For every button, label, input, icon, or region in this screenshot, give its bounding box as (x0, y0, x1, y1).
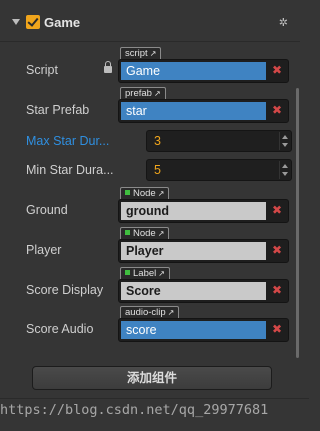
ground-field[interactable]: ground ✖ (118, 199, 289, 223)
external-link-icon[interactable]: ↗ (158, 189, 165, 198)
type-tag-label: Label ↗ (120, 267, 170, 279)
type-tag-node: Node ↗ (120, 187, 170, 199)
player-field[interactable]: Player ✖ (118, 239, 289, 263)
stepper-down-icon[interactable] (282, 172, 288, 176)
component-header: Game ✲ (0, 12, 300, 42)
external-link-icon[interactable]: ↗ (168, 308, 175, 317)
max-star-duration-input[interactable]: 3 (146, 130, 292, 152)
prop-label-player: Player (26, 243, 62, 257)
ground-value[interactable]: ground (121, 202, 266, 220)
prop-label-star-prefab: Star Prefab (26, 103, 90, 117)
remove-score-audio-button[interactable]: ✖ (272, 322, 282, 336)
player-value[interactable]: Player (121, 242, 266, 260)
script-field[interactable]: Game ✖ (118, 59, 289, 83)
label-type-icon (125, 270, 130, 275)
remove-score-display-button[interactable]: ✖ (272, 283, 282, 297)
component-enabled-checkbox[interactable] (26, 15, 40, 29)
star-prefab-value[interactable]: star (121, 102, 266, 120)
score-display-value[interactable]: Score (121, 282, 266, 300)
lock-icon (104, 61, 112, 73)
node-type-icon (125, 190, 130, 195)
component-title: Game (44, 15, 81, 30)
prop-label-min-star-duration: Min Star Dura... (26, 163, 114, 177)
divider (0, 398, 309, 399)
star-prefab-field[interactable]: star ✖ (118, 99, 289, 123)
number-stepper[interactable] (279, 161, 290, 179)
remove-ground-button[interactable]: ✖ (272, 203, 282, 217)
scrollbar[interactable] (296, 88, 299, 358)
gear-icon[interactable]: ✲ (279, 16, 288, 29)
external-link-icon[interactable]: ↗ (158, 229, 165, 238)
external-link-icon[interactable]: ↗ (158, 269, 165, 278)
add-component-button[interactable]: 添加组件 (32, 366, 272, 390)
stepper-down-icon[interactable] (282, 143, 288, 147)
stepper-up-icon[interactable] (282, 164, 288, 168)
type-tag-node: Node ↗ (120, 227, 170, 239)
watermark: https://blog.csdn.net/qq_29977681 (0, 402, 269, 418)
stepper-up-icon[interactable] (282, 135, 288, 139)
collapse-arrow-icon[interactable] (12, 19, 20, 25)
type-tag-audio-clip: audio-clip ↗ (120, 306, 180, 318)
score-audio-value[interactable]: score (121, 321, 266, 339)
prop-label-script: Script (26, 63, 58, 77)
max-star-duration-value[interactable]: 3 (154, 134, 161, 148)
prop-label-score-audio: Score Audio (26, 322, 94, 336)
remove-script-button[interactable]: ✖ (272, 63, 282, 77)
min-star-duration-input[interactable]: 5 (146, 159, 292, 181)
script-value[interactable]: Game (121, 62, 266, 80)
type-tag-script: script ↗ (120, 47, 162, 59)
prop-label-max-star-duration: Max Star Dur... (26, 134, 110, 148)
score-audio-field[interactable]: score ✖ (118, 318, 289, 342)
external-link-icon[interactable]: ↗ (154, 89, 161, 98)
prop-label-ground: Ground (26, 203, 68, 217)
score-display-field[interactable]: Score ✖ (118, 279, 289, 303)
number-stepper[interactable] (279, 132, 290, 150)
min-star-duration-value[interactable]: 5 (154, 163, 161, 177)
prop-label-score-display: Score Display (26, 283, 104, 297)
remove-player-button[interactable]: ✖ (272, 243, 282, 257)
remove-star-prefab-button[interactable]: ✖ (272, 103, 282, 117)
node-type-icon (125, 230, 130, 235)
external-link-icon[interactable]: ↗ (150, 49, 157, 58)
type-tag-prefab: prefab ↗ (120, 87, 166, 99)
